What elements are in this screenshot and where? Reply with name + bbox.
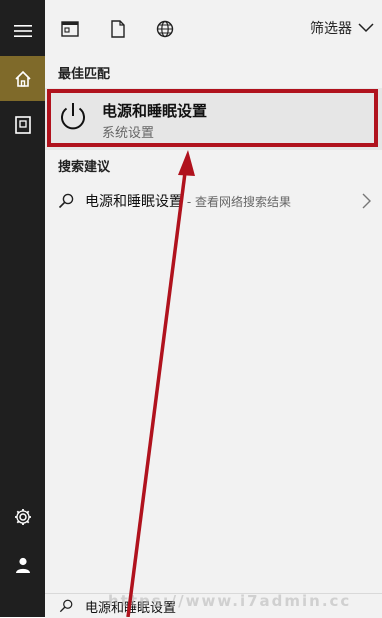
suggestion-subtext: - 查看网络搜索结果 (183, 195, 291, 209)
home-icon (14, 70, 31, 87)
user-icon (15, 557, 30, 573)
hamburger-menu-button[interactable] (0, 8, 45, 53)
search-suggestion-item[interactable]: 电源和睡眠设置 - 查看网络搜索结果 (45, 185, 382, 217)
chevron-right-icon (362, 193, 371, 209)
watermark-text: https://www.i7admin.cc (108, 592, 352, 610)
top-toolbar: 筛选器 (45, 0, 382, 56)
annotation-highlight-box (47, 89, 378, 147)
hamburger-menu-icon (13, 24, 32, 37)
notebook-button[interactable] (0, 102, 45, 147)
document-icon (111, 20, 125, 38)
globe-icon (156, 20, 174, 38)
home-button[interactable] (0, 56, 45, 101)
search-suggestions-heading: 搜索建议 (58, 160, 111, 175)
filter-label: 筛选器 (310, 21, 352, 37)
notebook-icon (14, 115, 31, 134)
search-icon (58, 193, 74, 209)
user-button[interactable] (0, 542, 45, 587)
web-filter-button[interactable] (154, 18, 176, 40)
documents-filter-button[interactable] (107, 18, 129, 40)
best-match-heading: 最佳匹配 (58, 67, 111, 82)
gear-icon (14, 508, 31, 525)
search-panel: 筛选器 最佳匹配 电源和睡眠设置 系统设置 搜索建议 电源和睡眠设置 - 查看网… (45, 0, 382, 618)
suggestion-text: 电源和睡眠设置 (85, 194, 183, 210)
search-icon (59, 599, 73, 613)
app-icon (61, 21, 79, 37)
left-rail (0, 0, 45, 617)
chevron-down-icon (358, 23, 374, 33)
apps-filter-button[interactable] (59, 18, 81, 40)
settings-button[interactable] (0, 494, 45, 539)
filter-dropdown[interactable]: 筛选器 (310, 16, 374, 40)
